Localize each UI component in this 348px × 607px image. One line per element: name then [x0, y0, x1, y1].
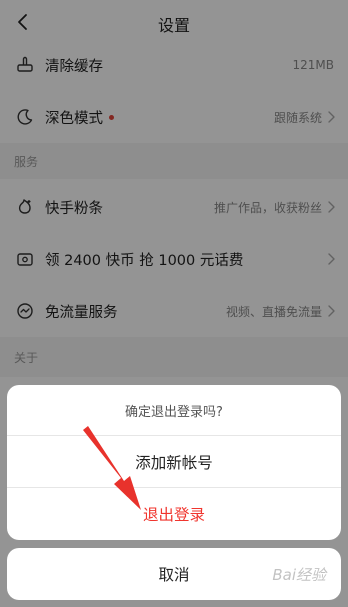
watermark-logo: Bai经验 [272, 566, 326, 584]
logout-action-sheet: 确定退出登录吗? 添加新帐号 退出登录 [7, 385, 341, 540]
add-account-button[interactable]: 添加新帐号 [7, 436, 341, 488]
logout-confirm-prompt: 确定退出登录吗? [7, 385, 341, 436]
logout-button[interactable]: 退出登录 [7, 488, 341, 540]
